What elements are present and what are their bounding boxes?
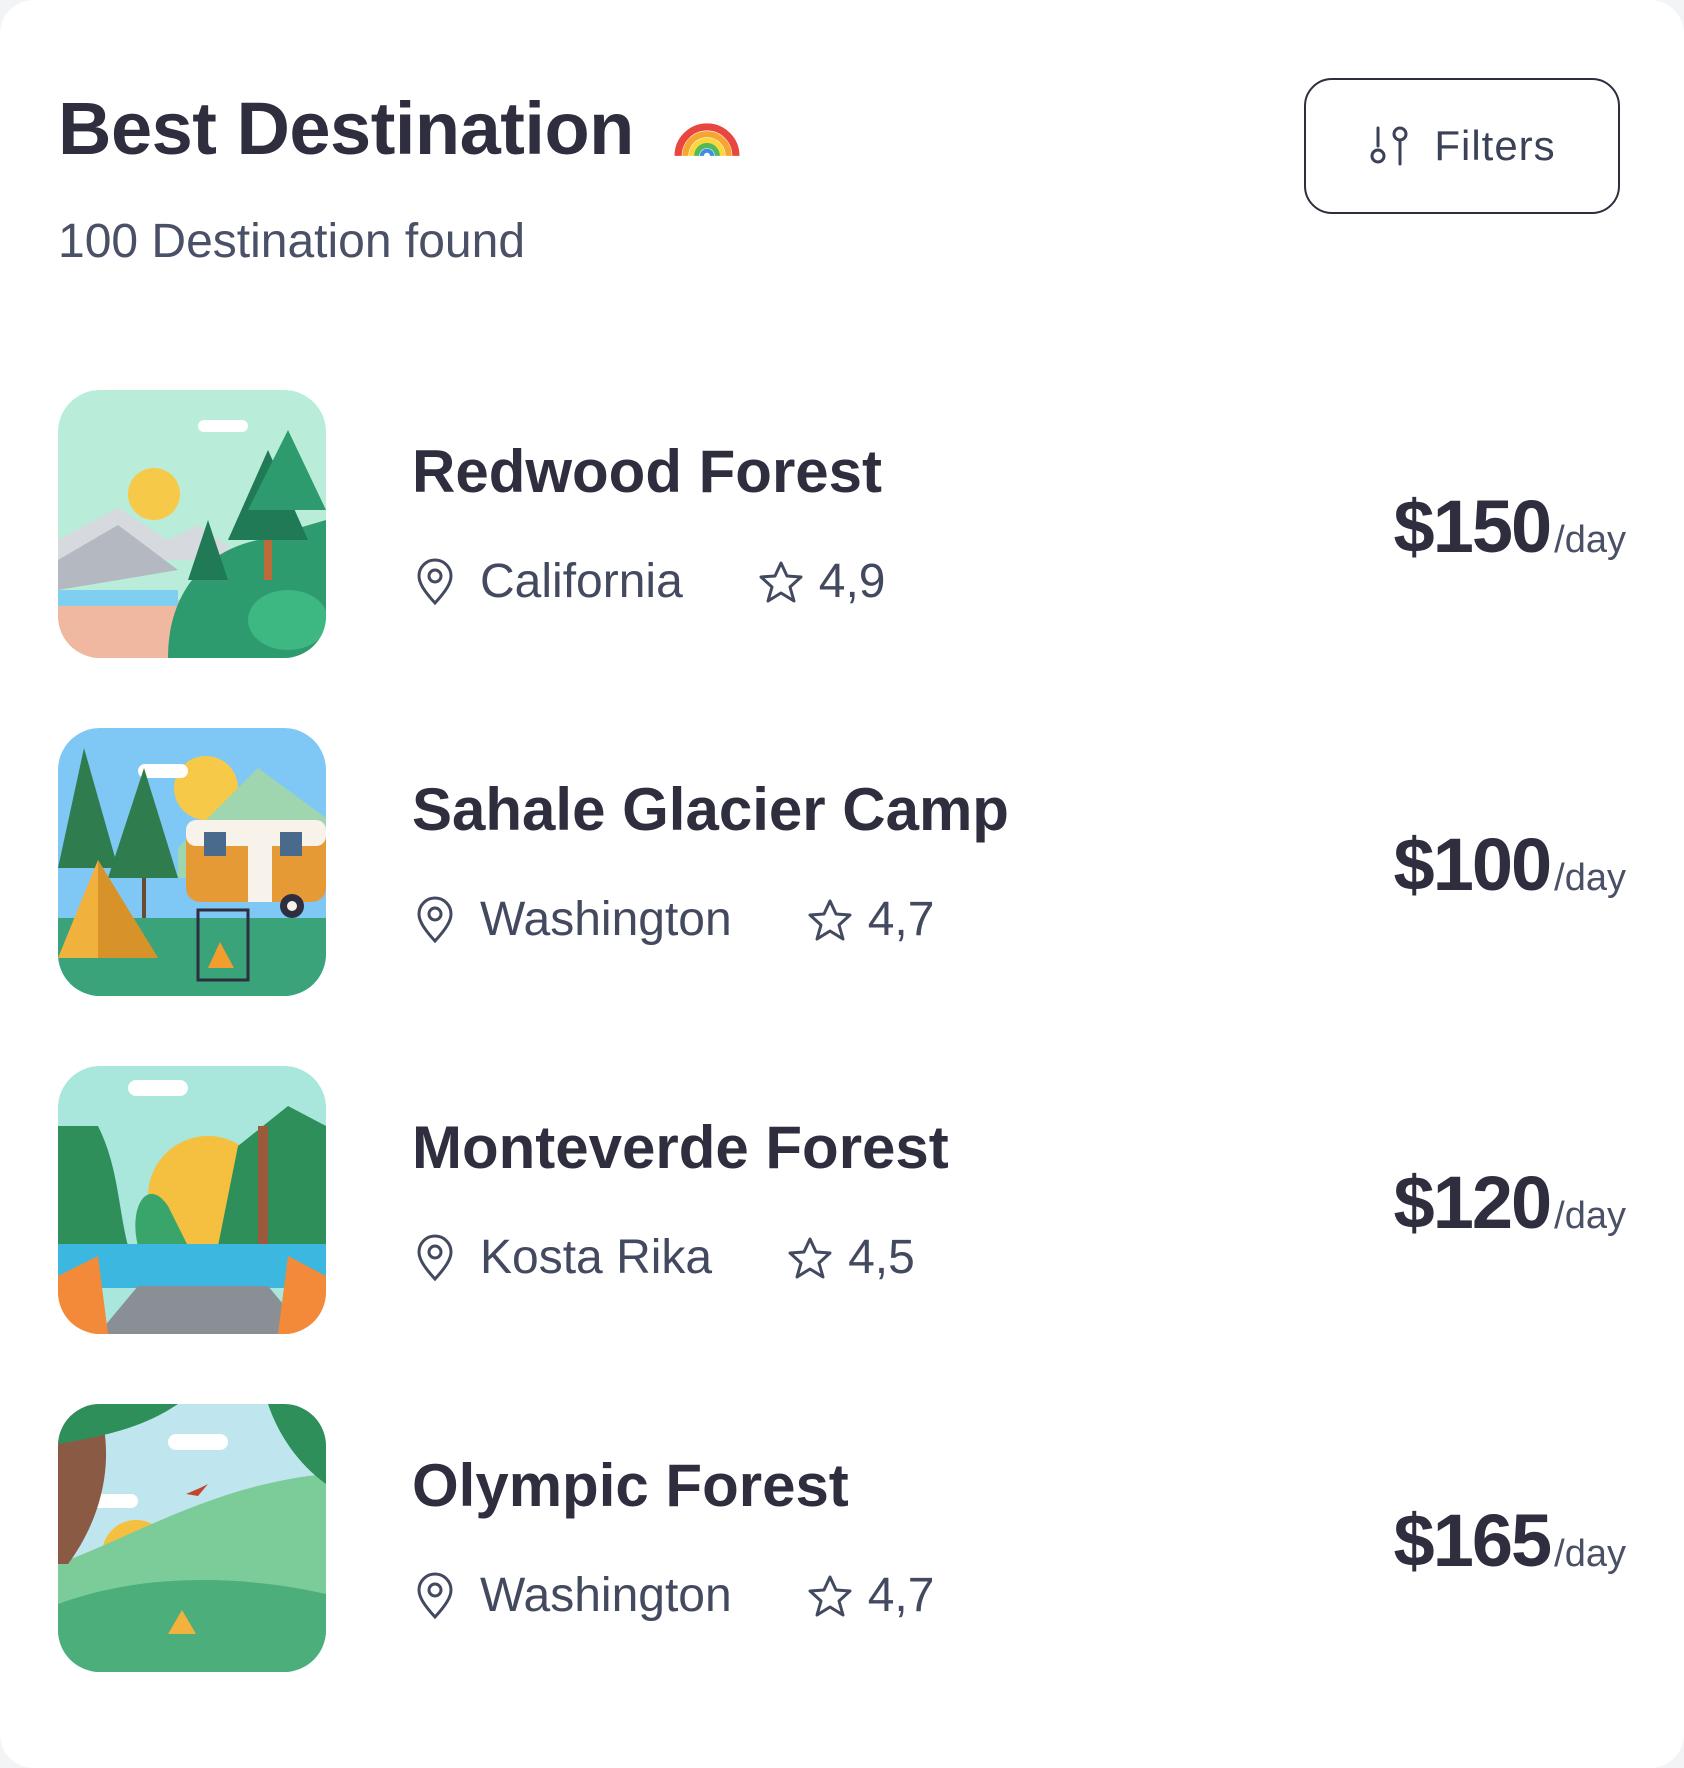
destination-item-olympic-forest[interactable]: Olympic Forest Washington 4,7 $165 /day	[58, 1404, 1626, 1672]
destination-rating: 4,9	[818, 555, 886, 608]
star-icon	[808, 899, 852, 941]
destination-meta: Kosta Rika 4,5	[414, 1234, 915, 1282]
destination-name: Monteverde Forest	[412, 1114, 949, 1181]
location-pin-icon	[417, 1572, 453, 1620]
destination-price: $120 /day	[1394, 1166, 1626, 1240]
destination-meta: Washington 4,7	[414, 896, 934, 944]
results-count: 100 Destination found	[58, 215, 526, 268]
destination-meta: California 4,9	[414, 558, 886, 606]
price-amount: $165	[1393, 1499, 1553, 1582]
destination-location: Kosta Rika	[480, 1231, 713, 1284]
price-amount: $120	[1393, 1161, 1553, 1244]
price-unit: /day	[1554, 1533, 1626, 1575]
filters-label: Filters	[1434, 122, 1556, 169]
price-amount: $100	[1393, 823, 1553, 906]
monteverde-forest-image	[58, 1066, 326, 1334]
title-row: Best Destination	[58, 92, 740, 166]
destination-rating: 4,5	[848, 1231, 915, 1284]
location-pin-icon	[417, 558, 453, 606]
price-unit: /day	[1554, 857, 1626, 899]
destination-name: Olympic Forest	[412, 1452, 849, 1519]
filter-sliders-icon	[1370, 126, 1408, 166]
destination-item-redwood-forest[interactable]: Redwood Forest California 4,9 $150 /day	[58, 390, 1626, 658]
rainbow-icon	[674, 123, 740, 157]
location-pin-icon	[417, 1234, 453, 1282]
destination-price: $165 /day	[1394, 1504, 1626, 1578]
destination-name: Redwood Forest	[412, 438, 883, 505]
destination-name: Sahale Glacier Camp	[412, 776, 1009, 843]
sahale-glacier-camp-image	[58, 728, 326, 996]
destination-card: Best Destination 100 Destination found F…	[0, 0, 1684, 1768]
destination-item-sahale-glacier-camp[interactable]: Sahale Glacier Camp Washington 4,7 $100 …	[58, 728, 1626, 996]
star-icon	[808, 1575, 852, 1617]
destination-price: $100 /day	[1394, 828, 1626, 902]
price-amount: $150	[1393, 485, 1553, 568]
price-unit: /day	[1554, 1195, 1626, 1237]
destination-location: California	[480, 555, 683, 608]
price-unit: /day	[1554, 519, 1626, 561]
star-icon	[759, 561, 803, 603]
redwood-forest-image	[58, 390, 326, 658]
destination-price: $150 /day	[1394, 490, 1626, 564]
destination-rating: 4,7	[867, 1569, 935, 1622]
destination-location: Washington	[480, 893, 732, 946]
destination-item-monteverde-forest[interactable]: Monteverde Forest Kosta Rika 4,5 $120 /d…	[58, 1066, 1626, 1334]
destination-list: Redwood Forest California 4,9 $150 /day	[58, 390, 1626, 1742]
destination-location: Washington	[480, 1569, 732, 1622]
page-title: Best Destination	[58, 87, 634, 170]
star-icon	[788, 1237, 832, 1279]
destination-rating: 4,7	[867, 893, 935, 946]
location-pin-icon	[417, 896, 453, 944]
destination-meta: Washington 4,7	[414, 1572, 934, 1620]
olympic-forest-image	[58, 1404, 326, 1672]
header: Best Destination 100 Destination found	[58, 92, 740, 266]
filters-button[interactable]: Filters	[1304, 78, 1620, 214]
